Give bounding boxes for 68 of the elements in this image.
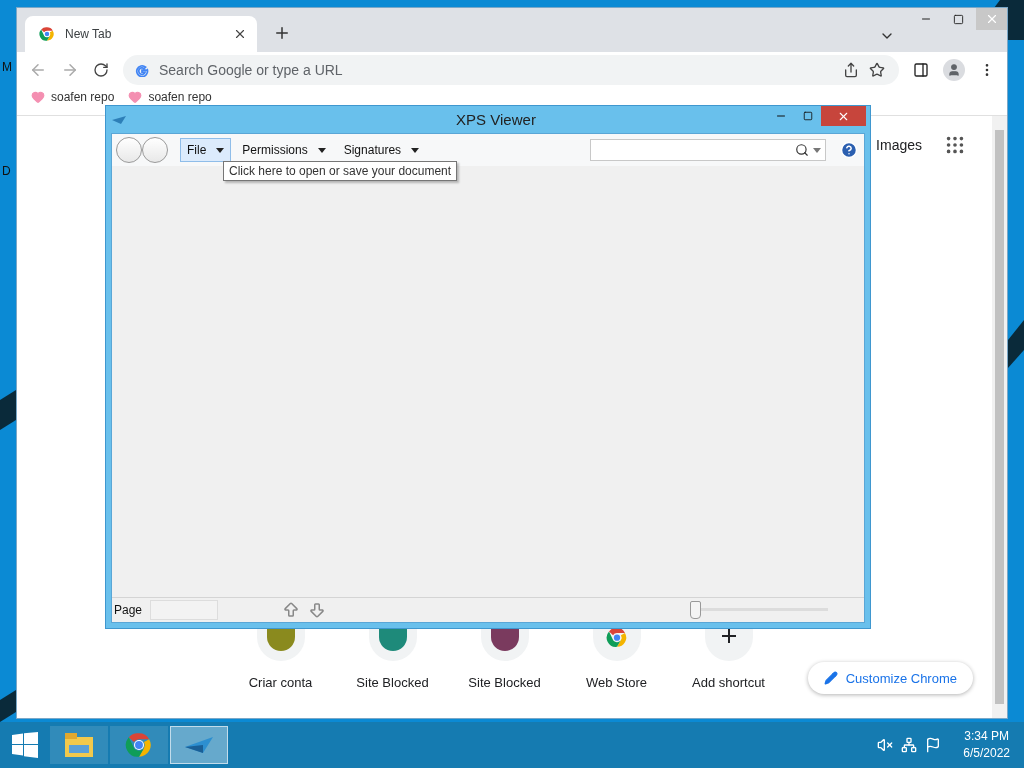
bookmark[interactable]: soafen repo [51, 90, 115, 104]
bookmark[interactable]: soafen repo [148, 90, 212, 104]
help-icon[interactable] [840, 141, 858, 159]
paper-plane-icon [183, 735, 215, 755]
shortcut-label: Add shortcut [692, 675, 765, 690]
maximize-icon [953, 13, 964, 25]
customize-chrome-button[interactable]: Customize Chrome [807, 662, 973, 694]
images-link[interactable]: Images [876, 137, 922, 153]
clock[interactable]: 3:34 PM 6/5/2022 [963, 728, 1010, 762]
star-icon[interactable] [869, 62, 885, 78]
zoom-slider[interactable] [691, 601, 828, 619]
chrome-icon [125, 731, 153, 759]
desktop-icon-label: D [2, 164, 11, 178]
address-placeholder: Search Google or type a URL [159, 62, 344, 78]
caret-icon [216, 147, 225, 153]
heart-icon [128, 90, 143, 104]
network-icon[interactable] [901, 737, 918, 753]
tooltip: Click here to open or save your document [223, 161, 458, 181]
shortcut-label: Site Blocked [468, 675, 541, 690]
caret-icon [411, 147, 420, 153]
slider-thumb[interactable] [690, 601, 702, 619]
reload-icon[interactable] [93, 62, 109, 78]
start-icon[interactable] [12, 732, 38, 758]
shortcut-label: Site Blocked [356, 675, 429, 690]
caret-icon[interactable] [813, 147, 821, 153]
google-icon [135, 63, 149, 77]
window-title: XPS Viewer [456, 111, 536, 128]
search-icon[interactable] [795, 143, 809, 157]
menu-button[interactable]: Permissions [235, 138, 333, 162]
arrow-down-icon[interactable] [308, 601, 327, 619]
arrow-up-icon[interactable] [282, 601, 301, 619]
taskbar-button[interactable] [170, 726, 228, 764]
heart-icon [31, 90, 45, 104]
page-label: Page [114, 603, 143, 617]
maximize-icon [802, 111, 813, 121]
profile-icon[interactable] [943, 59, 965, 81]
web-store-icon [605, 629, 628, 648]
flag-icon[interactable] [925, 737, 942, 753]
volume-muted-icon[interactable] [877, 737, 894, 753]
taskbar-button[interactable] [110, 726, 168, 764]
pencil-icon [823, 671, 838, 685]
shortcut-label: Criar conta [248, 675, 313, 690]
back-button[interactable] [116, 137, 142, 163]
plus-icon [720, 629, 737, 644]
apps-icon[interactable] [944, 134, 966, 156]
date: 6/5/2022 [963, 745, 1010, 762]
close-icon[interactable] [233, 27, 247, 41]
browser-tab[interactable]: New Tab [25, 16, 257, 52]
folder-icon [63, 731, 95, 759]
scrollbar[interactable] [992, 116, 1007, 718]
search-field[interactable] [590, 139, 826, 161]
share-icon[interactable] [843, 62, 859, 78]
chrome-icon [39, 26, 55, 42]
shortcut-label: Web Store [585, 675, 648, 690]
menu-button[interactable]: File [180, 138, 232, 162]
taskbar-button[interactable] [50, 726, 108, 764]
address-bar[interactable]: Search Google or type a URL [123, 55, 899, 85]
time: 3:34 PM [964, 728, 1009, 745]
caret-icon [317, 147, 326, 153]
new-tab-icon[interactable] [273, 24, 291, 42]
forward-icon[interactable] [61, 61, 79, 79]
desktop-icon-label: M [2, 60, 12, 74]
side-panel-icon[interactable] [913, 62, 929, 78]
back-icon[interactable] [29, 61, 47, 79]
forward-button[interactable] [142, 137, 168, 163]
app-icon [111, 114, 127, 125]
tab-title: New Tab [65, 27, 113, 41]
menu-button[interactable]: Signatures [336, 138, 427, 162]
